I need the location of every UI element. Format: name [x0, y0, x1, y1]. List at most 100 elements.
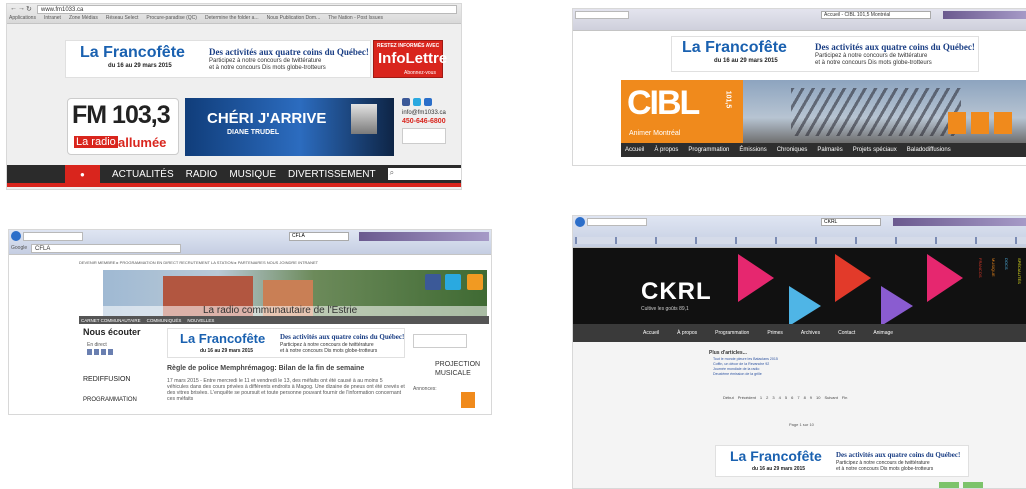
back-icon[interactable] [11, 231, 21, 241]
page-link[interactable]: Début [723, 395, 734, 400]
orange-box-2[interactable] [971, 112, 989, 134]
page-link[interactable]: 1 [760, 395, 762, 400]
projection-b[interactable]: MUSICALE [435, 370, 471, 377]
side-label[interactable]: SPÉCIALITÉS [1017, 258, 1022, 284]
sub-nav-item[interactable]: NOUVELLES [187, 318, 214, 323]
nav-item[interactable]: RADIO [186, 169, 218, 180]
article-title[interactable]: Règle de police Memphrémagog: Bilan de l… [167, 365, 364, 372]
page-link[interactable]: 7 [797, 395, 799, 400]
back-icon[interactable] [575, 217, 585, 227]
screenshot-fm1033: ← → ↻ www.fm1033.ca Applications Intrane… [6, 3, 462, 190]
bookmark-item[interactable]: The Nation - Post Issues [328, 15, 383, 21]
home-button[interactable]: ● [65, 165, 100, 183]
side-label[interactable]: FRANCOS [978, 258, 983, 278]
francofete-banner[interactable]: La Francofête du 16 au 29 mars 2015 Des … [671, 36, 979, 72]
nav-item[interactable]: À propos [677, 330, 697, 336]
ckrl-logo[interactable]: CKRL [641, 278, 712, 306]
nav-item[interactable]: Archives [801, 330, 820, 336]
page-link[interactable]: Suivant [824, 395, 837, 400]
nav-item[interactable]: Palmarès [817, 147, 842, 153]
bookmark-item[interactable]: Réseau Select [106, 15, 139, 21]
side-label[interactable]: MUSIQUE [991, 258, 996, 277]
youtube-icon[interactable] [424, 98, 432, 106]
cibl-logo[interactable]: CIBL 101,5 Animer Montréal [621, 80, 743, 143]
browser-tab[interactable]: Accueil - CIBL 101,5 Montréal [821, 11, 931, 19]
nav-item[interactable]: À propos [654, 147, 678, 153]
page-link[interactable]: Précédent [738, 395, 756, 400]
bookmark-item[interactable]: Nous Publication Dom... [267, 15, 321, 21]
page-link[interactable]: 8 [804, 395, 806, 400]
green-button[interactable] [963, 482, 983, 488]
infolettre-promo[interactable]: RESTEZ INFORMÉS AVEC InfoLettre Abonnez-… [373, 40, 447, 78]
page-link[interactable]: 9 [810, 395, 812, 400]
address-bar[interactable] [587, 218, 647, 226]
page-link[interactable]: 3 [772, 395, 774, 400]
contact-email[interactable]: info@fm1033.ca [402, 110, 446, 116]
album-cover [351, 104, 377, 134]
top-links[interactable]: DEVENIR MEMBRE ▸ PROGRAMMATION EN DIRECT… [79, 260, 318, 265]
address-bar[interactable] [575, 11, 629, 19]
green-button[interactable] [939, 482, 959, 488]
projection-a[interactable]: PROJECTION [435, 361, 480, 368]
francofete-banner[interactable]: La Francofête du 16 au 29 mars 2015 Des … [715, 445, 969, 477]
address-bar[interactable]: www.fm1033.ca [37, 5, 457, 14]
page-link[interactable]: 2 [766, 395, 768, 400]
bookmark-item[interactable]: Intranet [44, 15, 61, 21]
more-item[interactable]: Deuxième émission de la grille [713, 372, 778, 377]
fm1033-logo[interactable]: FM 103,3 La radio allumée [67, 98, 179, 155]
nav-item[interactable]: Programmation [715, 330, 749, 336]
player-icons[interactable] [87, 349, 113, 355]
facebook-icon[interactable] [402, 98, 410, 106]
orange-box-3[interactable] [994, 112, 1012, 134]
nav-item[interactable]: Contact [838, 330, 855, 336]
nav-item[interactable]: ACTUALITÉS [112, 169, 174, 180]
francofete-banner[interactable]: La Francofête du 16 au 29 mars 2015 Des … [65, 40, 371, 78]
google-search-field[interactable]: CFLA [31, 244, 181, 253]
reload-icon[interactable]: ↻ [26, 5, 32, 13]
nav-item[interactable]: Animage [873, 330, 893, 336]
nav-item[interactable]: Programmation [688, 147, 729, 153]
orange-box-1[interactable] [948, 112, 966, 134]
page-link[interactable]: 10 [816, 395, 820, 400]
screenshot-cibl: Accueil - CIBL 101,5 Montréal La Francof… [572, 8, 1026, 166]
francofete-banner[interactable]: La Francofête du 16 au 29 mars 2015 Des … [167, 328, 405, 358]
address-bar[interactable] [23, 232, 83, 241]
search-input[interactable]: ⌕ [387, 168, 461, 180]
page-link[interactable]: 5 [785, 395, 787, 400]
album-ad[interactable]: CHÉRI J'ARRIVE DIANE TRUDEL [185, 98, 394, 156]
nav-item[interactable]: Accueil [643, 330, 659, 336]
bridge-silhouette [791, 88, 961, 136]
browser-tab[interactable]: CFLA [289, 232, 349, 241]
nav-item[interactable]: Primes [767, 330, 783, 336]
nav-item[interactable]: Chroniques [777, 147, 808, 153]
live-label[interactable]: En direct [87, 342, 107, 348]
twitter-icon[interactable] [413, 98, 421, 106]
cibl-logo-freq: 101,5 [724, 90, 732, 109]
page-link[interactable]: Fin [842, 395, 848, 400]
nav-item[interactable]: Émissions [739, 147, 766, 153]
prog-label[interactable]: PROGRAMMATION [83, 397, 137, 403]
ad-block[interactable] [461, 392, 475, 408]
facebook-icon[interactable] [425, 274, 441, 290]
rss-icon[interactable] [467, 274, 483, 290]
nav-item[interactable]: Baladodiffusions [907, 147, 951, 153]
side-label[interactable]: DOCS [1004, 258, 1009, 270]
bookmark-item[interactable]: Applications [9, 15, 36, 21]
back-icon[interactable]: ← [10, 5, 17, 12]
nav-item[interactable]: DIVERTISSEMENT [288, 169, 376, 180]
nav-item[interactable]: Projets spéciaux [853, 147, 897, 153]
banner-sub-2: et à notre concours Dis mots globe-trott… [836, 466, 934, 472]
bookmark-item[interactable]: Determine the folder a... [205, 15, 259, 21]
twitter-icon[interactable] [445, 274, 461, 290]
sub-nav-item[interactable]: COMMUNIQUÉS [147, 318, 182, 323]
nav-item[interactable]: Accueil [625, 147, 644, 153]
bookmark-item[interactable]: Procure-paradise (QC) [146, 15, 197, 21]
bookmark-item[interactable]: Zone Médias [69, 15, 98, 21]
nav-item[interactable]: MUSIQUE [229, 169, 276, 180]
forward-icon[interactable]: → [18, 5, 25, 12]
page-link[interactable]: 6 [791, 395, 793, 400]
page-link[interactable]: 4 [779, 395, 781, 400]
browser-tab[interactable]: CKRL [821, 218, 881, 226]
replay-label[interactable]: REDIFFUSION [83, 376, 130, 383]
sub-nav-item[interactable]: CARNET COMMUNAUTAIRE [81, 318, 141, 323]
